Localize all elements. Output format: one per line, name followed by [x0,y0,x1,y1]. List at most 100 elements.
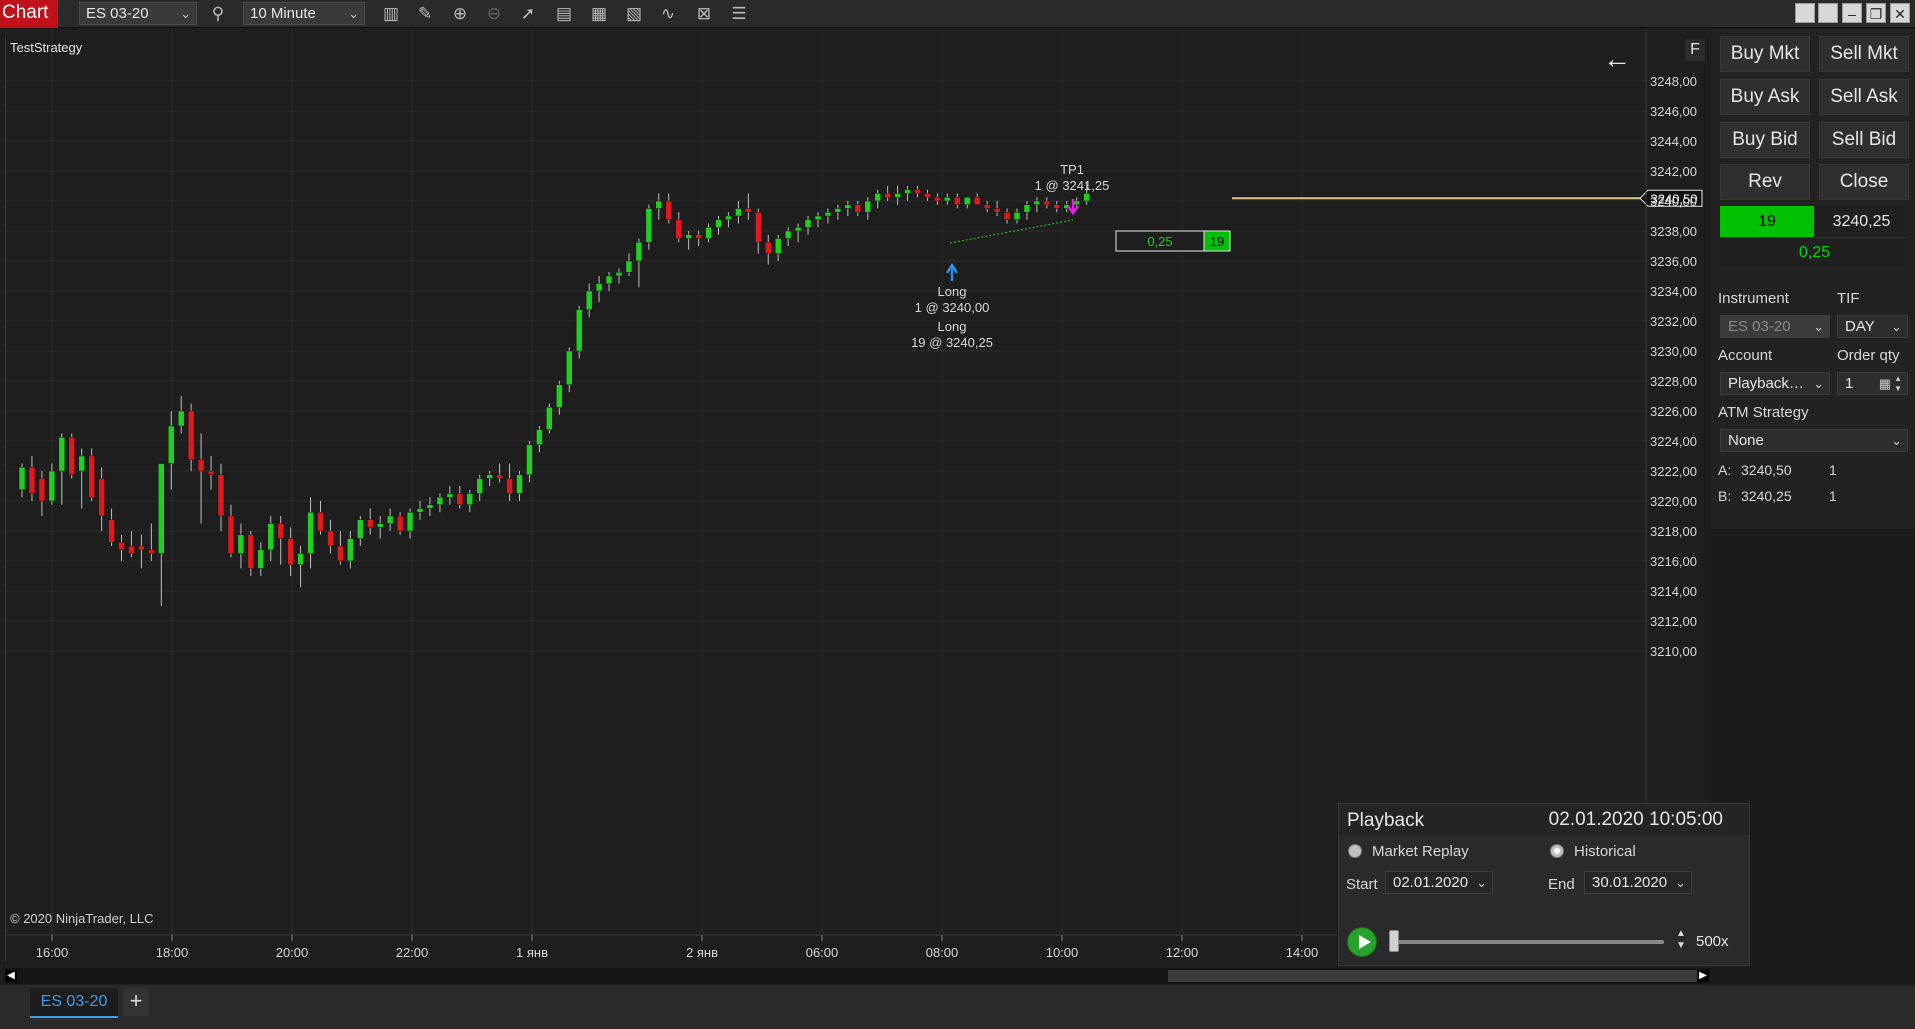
time-axis-label: 06:00 [806,945,839,960]
candle-body [168,425,175,464]
playback-title: Playback [1347,810,1425,831]
zoom-in-icon[interactable]: ⊕ [448,2,472,26]
drawing-tools-icon[interactable]: ✎ [413,2,437,26]
position-quantity: 19 [1720,206,1814,237]
buy-mkt-button[interactable]: Buy Mkt [1720,36,1810,72]
instrument-selector-value: ES 03-20 [86,5,149,22]
candle-body [108,519,115,543]
candle-body [924,193,931,198]
candle-body [854,204,862,213]
candle-body [774,238,782,254]
speed-spin-arrows-icon[interactable]: ▲ ▼ [1674,928,1688,954]
close-position-button[interactable]: Close [1819,164,1909,200]
buy-ask-button[interactable]: Buy Ask [1720,79,1810,115]
playback-speed-track[interactable] [1389,940,1664,944]
time-axis-label: 20:00 [276,945,309,960]
market-replay-radio[interactable] [1348,844,1362,858]
candle-body [993,208,1001,213]
close-icon[interactable]: ✕ [1890,3,1910,23]
instrument-selector[interactable]: ES 03-20 ⌄ [79,2,197,25]
back-arrow-icon[interactable]: ← [1603,45,1631,73]
zoom-out-icon[interactable]: ⊖ [482,2,506,26]
play-icon[interactable] [1347,927,1377,957]
order-qty-label: Order qty [1837,347,1900,364]
chart-app-label[interactable]: Chart [0,0,58,28]
candle-body [964,197,971,205]
candle-body [645,208,653,243]
f-button[interactable]: F [1685,39,1705,61]
list-icon[interactable]: ☰ [727,2,751,26]
position-qty-text: 19 [1210,234,1224,249]
buy-bid-button[interactable]: Buy Bid [1720,122,1810,158]
candle-body [386,515,394,524]
candle-body [1003,212,1011,220]
candle-body [217,474,225,517]
tile-window-icon[interactable] [1795,3,1815,23]
candle-body [794,227,802,232]
candle-body [396,515,404,532]
sell-bid-button[interactable]: Sell Bid [1819,122,1909,158]
interval-selector[interactable]: 10 Minute ⌄ [243,2,365,25]
candle-body [237,534,245,554]
templates-icon[interactable]: ▦ [587,2,611,26]
account-dropdown[interactable]: Playback… ⌄ [1720,372,1830,395]
candle-body [745,208,752,213]
price-axis-label: 3216,00 [1650,554,1697,569]
tab-bar [0,985,1915,1029]
spin-arrows-icon[interactable]: ▲ ▼ [1894,374,1902,394]
pointer-icon[interactable]: ➚ [516,2,540,26]
candle-body [138,545,145,550]
candle-body [337,545,344,562]
calculator-icon[interactable]: ▦ [1879,373,1891,394]
time-axis-label: 18:00 [156,945,189,960]
playback-header: Playback 02.01.2020 10:05:00 [1339,804,1749,835]
add-tab-button[interactable]: + [123,988,149,1016]
candle-body [546,407,553,430]
data-box-icon[interactable]: ▤ [552,2,576,26]
playback-slider-thumb[interactable] [1389,930,1399,952]
candle-body [536,429,543,445]
start-date-picker[interactable]: 02.01.2020 ⌄ [1385,871,1493,894]
indicators-icon[interactable]: ∿ [656,2,680,26]
candle-body [904,189,911,194]
candle-body [287,538,294,565]
candle-body [267,523,274,550]
tif-dropdown[interactable]: DAY ⌄ [1837,315,1908,338]
minimize-icon[interactable]: – [1842,3,1862,23]
position-avg-price: 3240,25 [1814,206,1909,237]
candle-body [914,189,921,194]
strategies-icon[interactable]: ⊠ [692,2,716,26]
candle-body [874,193,881,202]
tab-es-03-20[interactable]: ES 03-20 [30,988,118,1018]
candle-body [844,204,852,209]
candle-body [566,350,573,385]
chevron-down-icon: ⌄ [1813,376,1824,391]
search-icon[interactable]: ⚲ [206,2,230,26]
candle-body [894,193,901,198]
account-label: Account [1718,347,1773,364]
candle-body [158,463,165,554]
price-axis-label: 3232,00 [1650,314,1697,329]
properties-icon[interactable]: ▧ [622,2,646,26]
snap-window-icon[interactable] [1818,3,1838,23]
sell-ask-button[interactable]: Sell Ask [1819,79,1909,115]
historical-radio[interactable] [1550,844,1564,858]
sell-mkt-button[interactable]: Sell Mkt [1819,36,1909,72]
playback-panel: Playback 02.01.2020 10:05:00 Market Repl… [1338,803,1750,966]
scroll-left-icon[interactable]: ◀ [5,970,17,982]
candle-body [595,283,603,292]
entry1-label: Long [938,284,967,299]
strategy-label: TestStrategy [10,40,83,55]
candle-body [715,219,722,228]
candle-body [18,467,26,490]
time-axis-label: 1 янв [516,945,548,960]
order-qty-input[interactable]: 1 ▦ ▲ ▼ [1837,372,1908,395]
end-date-picker[interactable]: 30.01.2020 ⌄ [1584,871,1692,894]
candle-body [506,478,513,494]
scroll-right-icon[interactable]: ▶ [1697,970,1709,982]
scrollbar-thumb[interactable] [1168,970,1703,982]
bars-type-icon[interactable]: ▥ [379,2,403,26]
atm-strategy-dropdown[interactable]: None ⌄ [1720,429,1908,452]
rev-button[interactable]: Rev [1720,164,1810,200]
restore-icon[interactable]: ❐ [1866,3,1886,23]
